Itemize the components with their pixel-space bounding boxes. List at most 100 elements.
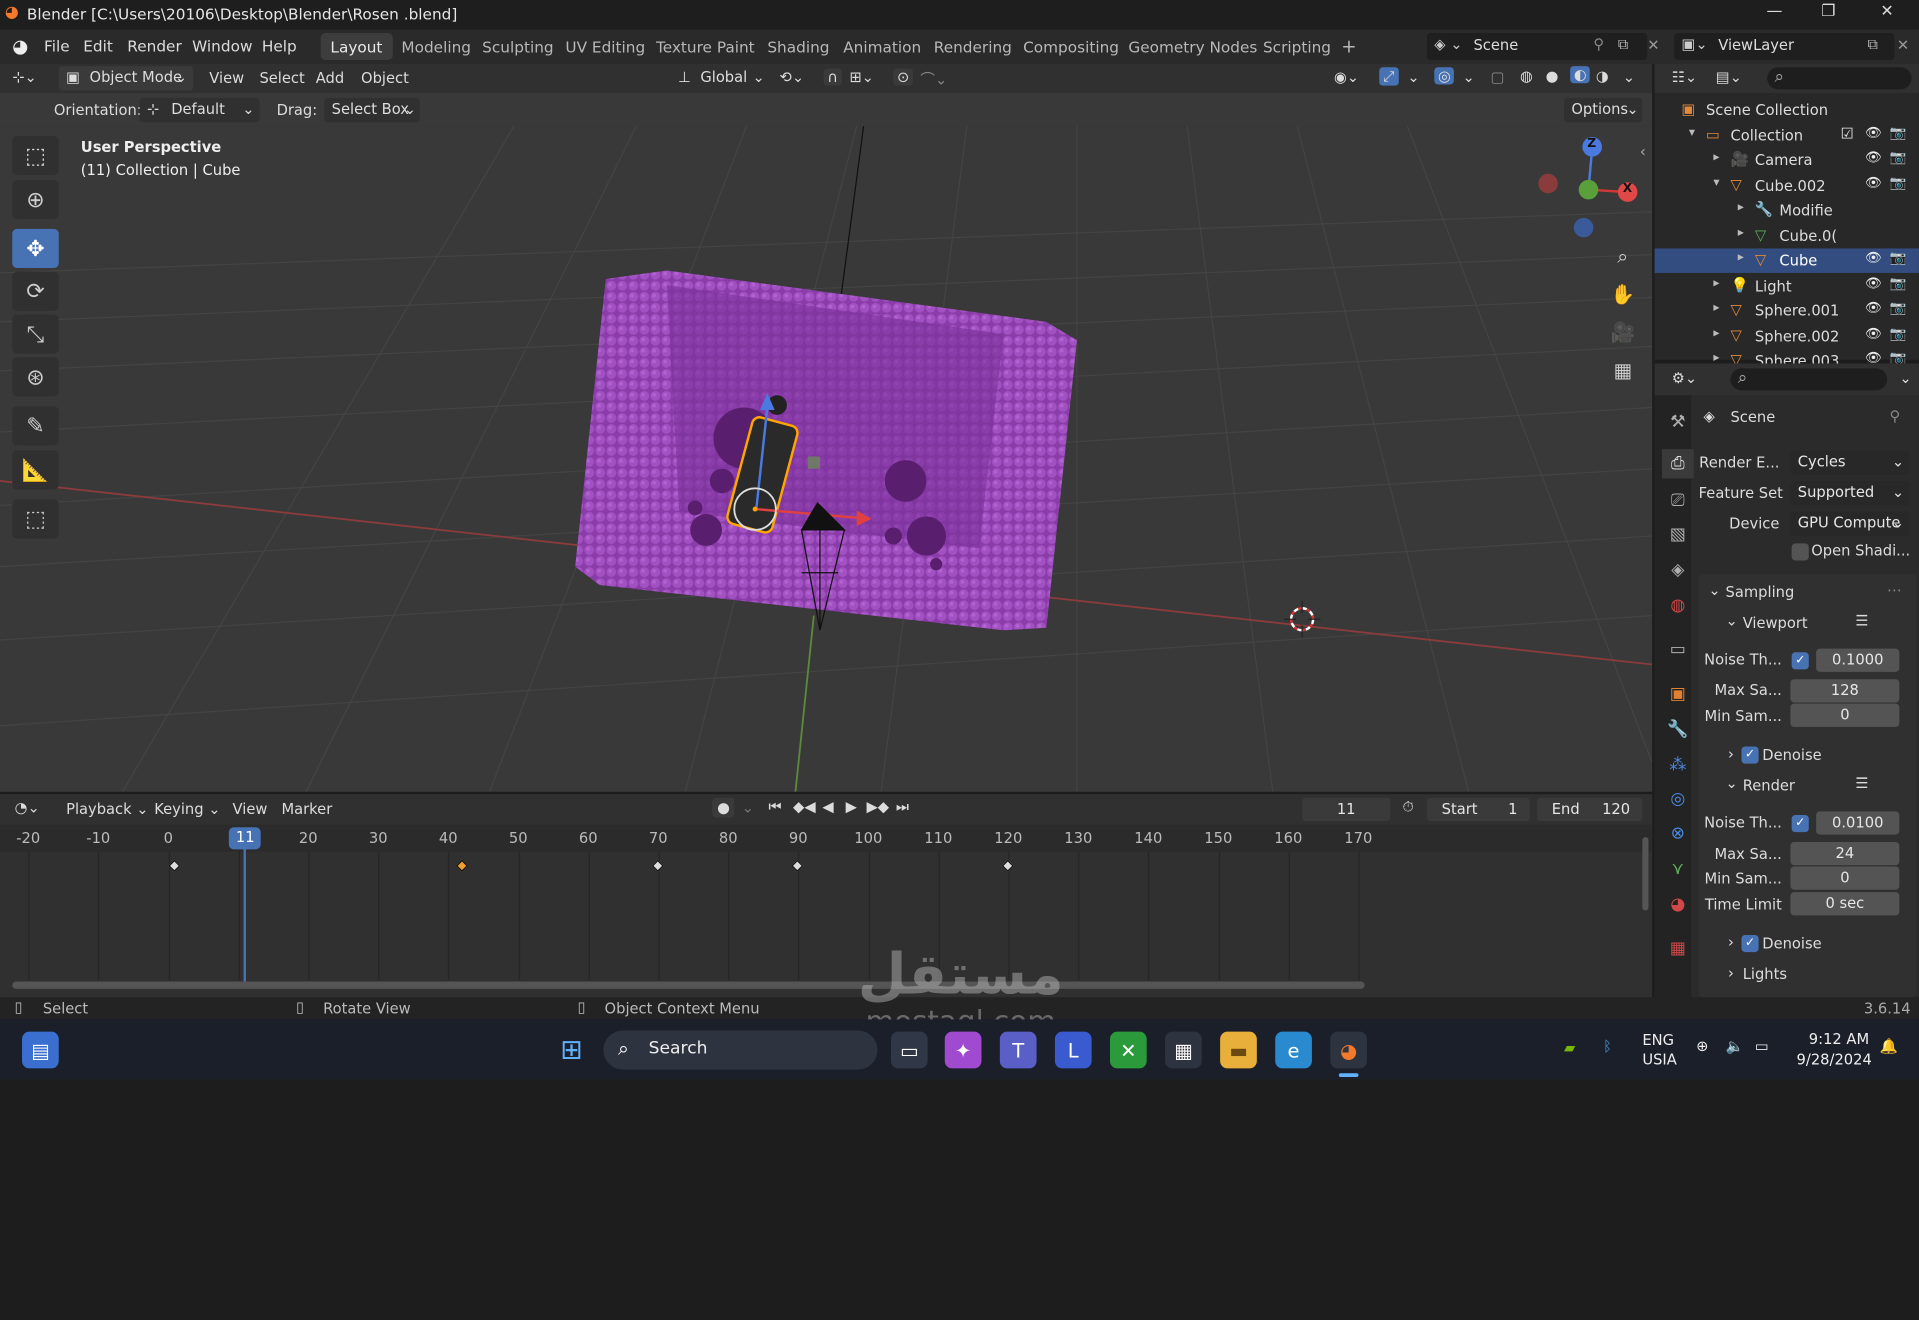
- world-tab-icon[interactable]: ◍: [1662, 591, 1694, 620]
- scene-selector[interactable]: ◈ ⌄ Scene ⚲ ⧉: [1426, 33, 1648, 60]
- add-workspace-button[interactable]: +: [1331, 31, 1366, 57]
- playhead-label[interactable]: 11: [229, 827, 262, 850]
- display-mode-icon[interactable]: ▤⌄: [1716, 69, 1742, 86]
- expand-right-icon[interactable]: ▸: [1713, 151, 1719, 164]
- xray-icon[interactable]: ▢: [1491, 69, 1505, 86]
- texture-tab-icon[interactable]: ▦: [1662, 934, 1694, 963]
- lights-chevron-icon[interactable]: ›: [1728, 964, 1734, 981]
- keyframe-diamond[interactable]: [791, 859, 804, 872]
- pivot-icon[interactable]: ⟲⌄: [780, 69, 805, 86]
- widgets-icon[interactable]: ▤: [22, 1031, 59, 1069]
- render-toggle-icon[interactable]: 📷: [1890, 300, 1907, 316]
- wireframe-shading-icon[interactable]: ◍: [1520, 67, 1533, 84]
- vp-noise-checkbox[interactable]: ✓: [1791, 652, 1809, 670]
- viewport-chevron-icon[interactable]: ⌄: [1726, 612, 1738, 629]
- shading-dropdown-icon[interactable]: ⌄: [1623, 69, 1635, 86]
- expand-right-icon[interactable]: ▸: [1738, 201, 1744, 214]
- viewport-scene[interactable]: [0, 126, 1653, 792]
- tab-texture-paint[interactable]: Texture Paint: [646, 33, 764, 60]
- playhead-line[interactable]: [244, 846, 247, 982]
- measure-tool[interactable]: 📐: [12, 450, 59, 490]
- delete-viewlayer-icon[interactable]: ✕: [1897, 37, 1909, 54]
- tab-sculpting[interactable]: Sculpting: [472, 33, 563, 60]
- collection-tab-icon[interactable]: ▭: [1662, 635, 1694, 664]
- menu-view[interactable]: View: [209, 70, 244, 87]
- render-toggle-icon[interactable]: 📷: [1890, 124, 1907, 140]
- outliner-row-cube-002[interactable]: ▾ ▽ Cube.002 👁 📷: [1655, 173, 1919, 197]
- copilot-icon[interactable]: ✦: [944, 1031, 982, 1069]
- minimize-button[interactable]: —: [1750, 2, 1799, 20]
- snap-target-icon[interactable]: ⊞⌄: [849, 69, 874, 86]
- notification-bell-icon[interactable]: 🔔: [1880, 1038, 1898, 1055]
- tab-compositing[interactable]: Compositing: [1013, 33, 1128, 60]
- grid-ortho-icon[interactable]: ▦: [1606, 352, 1640, 386]
- volume-icon[interactable]: 🔈: [1726, 1038, 1744, 1055]
- tab-geometry-nodes[interactable]: Geometry Nodes: [1119, 33, 1268, 60]
- next-keyframe-icon[interactable]: ▶◆: [866, 798, 889, 815]
- expand-down-icon[interactable]: ▾: [1689, 125, 1695, 138]
- menu-render[interactable]: Render: [127, 37, 181, 55]
- mode-selector[interactable]: ▣ Object Mode ⌄: [58, 66, 194, 91]
- blender-taskbar-icon[interactable]: ◕: [1330, 1031, 1367, 1069]
- new-viewlayer-icon[interactable]: ⧉: [1868, 35, 1878, 53]
- cursor-tool[interactable]: ⊕: [12, 179, 59, 220]
- menu-add[interactable]: Add: [316, 70, 344, 87]
- lang-primary[interactable]: ENG: [1642, 1032, 1674, 1049]
- view-layer-tab-icon[interactable]: ▧: [1662, 520, 1694, 549]
- clock-date[interactable]: 9/28/2024: [1797, 1051, 1872, 1068]
- orientation-dropdown[interactable]: ⊹ Default ⌄: [139, 97, 260, 123]
- prev-keyframe-icon[interactable]: ◆◀: [793, 798, 816, 815]
- drag-dropdown[interactable]: Select Box ⌄: [324, 97, 420, 123]
- render-chevron-icon[interactable]: ⌄: [1726, 775, 1738, 792]
- tab-rendering[interactable]: Rendering: [924, 33, 1022, 60]
- close-button[interactable]: ✕: [1863, 2, 1912, 20]
- select-box-tool[interactable]: ⬚: [12, 135, 59, 176]
- blender-menu-icon[interactable]: ◕: [12, 35, 28, 57]
- pan-hand-icon[interactable]: ✋: [1606, 277, 1640, 311]
- lights-subpanel-header[interactable]: Lights: [1743, 966, 1787, 983]
- vp-max-field[interactable]: 128: [1790, 679, 1900, 703]
- r-min-field[interactable]: 0: [1790, 866, 1900, 890]
- move-tool[interactable]: ✥: [12, 228, 59, 269]
- r-noise-checkbox[interactable]: ✓: [1791, 815, 1809, 833]
- outliner-search[interactable]: ⌕: [1767, 67, 1912, 90]
- render-toggle-icon[interactable]: 📷: [1890, 149, 1907, 165]
- keyframe-diamond[interactable]: [455, 859, 468, 872]
- feature-set-dropdown[interactable]: Supported ⌄: [1790, 480, 1910, 506]
- outliner-row-cube-0-[interactable]: ▸ ▽ Cube.0(: [1655, 223, 1919, 247]
- expand-right-icon[interactable]: ▸: [1713, 276, 1719, 289]
- outliner-row-collection[interactable]: ▾ ▭ Collection ☑ 👁 📷: [1655, 123, 1919, 147]
- material-shading-icon[interactable]: ◐: [1570, 66, 1591, 84]
- constraints-tab-icon[interactable]: ⊗: [1662, 819, 1694, 848]
- 3d-cursor[interactable]: [1283, 600, 1321, 638]
- jump-end-icon[interactable]: ⏭: [896, 798, 909, 816]
- edge-icon[interactable]: e: [1275, 1031, 1312, 1069]
- expand-down-icon[interactable]: ▾: [1713, 176, 1719, 189]
- network-icon[interactable]: ⊕: [1696, 1038, 1708, 1055]
- maximize-button[interactable]: ❐: [1804, 2, 1853, 20]
- auto-key-icon[interactable]: ●: [712, 797, 735, 818]
- particles-tab-icon[interactable]: ⁂: [1662, 750, 1694, 779]
- render-engine-dropdown[interactable]: Cycles ⌄: [1790, 450, 1910, 475]
- keyframe-diamond[interactable]: [168, 859, 181, 872]
- folder-icon[interactable]: ▬: [1220, 1031, 1257, 1069]
- eye-icon[interactable]: 👁: [1865, 250, 1882, 266]
- visibility-icon[interactable]: ◉⌄: [1334, 69, 1359, 86]
- tab-modeling[interactable]: Modeling: [392, 33, 481, 60]
- vp-denoise-chevron-icon[interactable]: ›: [1728, 745, 1734, 762]
- teams-icon[interactable]: T: [999, 1031, 1037, 1069]
- tab-uv-editing[interactable]: UV Editing: [556, 33, 655, 60]
- store-icon[interactable]: ▦: [1165, 1031, 1202, 1069]
- sampling-header[interactable]: Sampling: [1726, 584, 1795, 601]
- material-tab-icon[interactable]: ◕: [1662, 890, 1694, 919]
- viewport-subpanel-header[interactable]: Viewport: [1743, 614, 1808, 631]
- expand-right-icon[interactable]: ▸: [1713, 301, 1719, 314]
- outliner-row-sphere-002[interactable]: ▸ ▽ Sphere.002 👁 📷: [1655, 324, 1919, 348]
- start-button-icon[interactable]: ⊞: [553, 1032, 590, 1069]
- outliner-editor-icon[interactable]: ☷⌄: [1672, 69, 1697, 86]
- menu-marker[interactable]: Marker: [281, 800, 332, 817]
- r-denoise-chevron-icon[interactable]: ›: [1728, 934, 1734, 951]
- vp-min-field[interactable]: 0: [1790, 703, 1900, 727]
- eye-icon[interactable]: 👁: [1865, 174, 1882, 190]
- properties-search[interactable]: ⌕: [1730, 368, 1888, 391]
